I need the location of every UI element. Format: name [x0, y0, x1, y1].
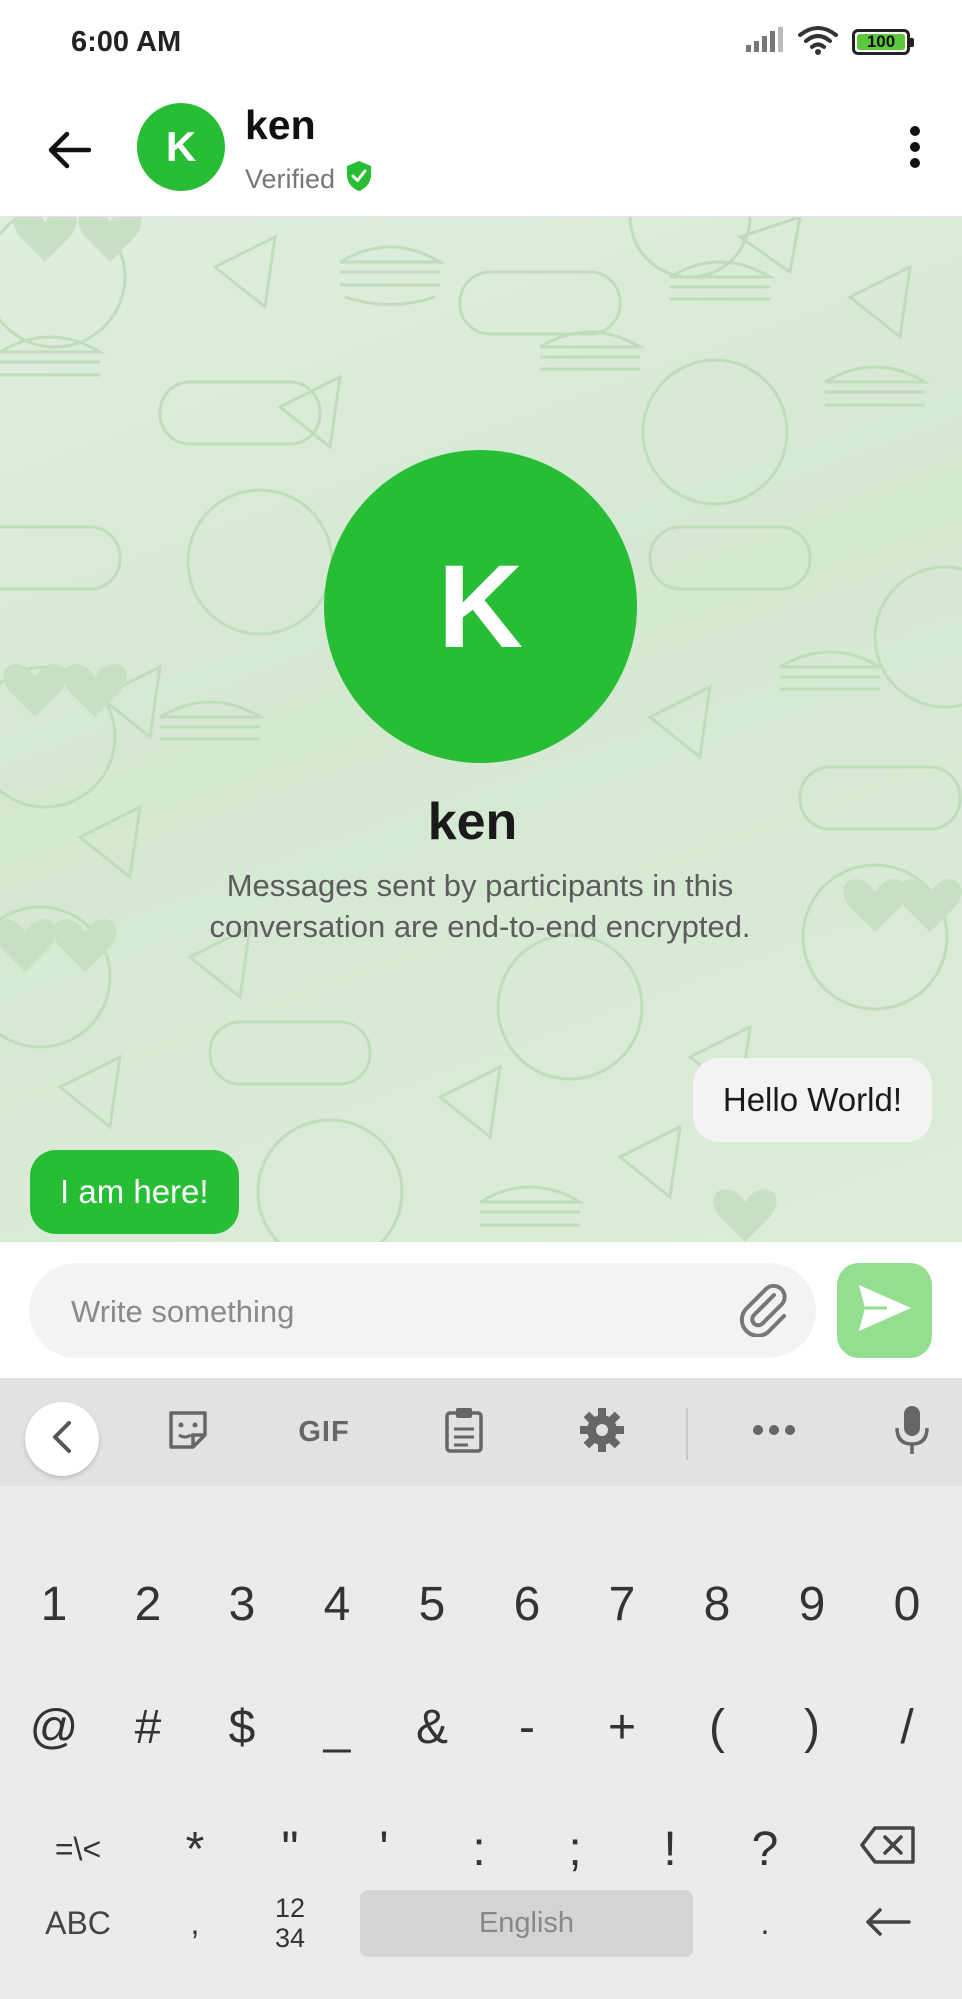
verified-label: Verified: [245, 164, 336, 194]
avatar[interactable]: K: [137, 103, 225, 191]
key-dollar[interactable]: $: [202, 1677, 282, 1777]
message-composer: [0, 1242, 962, 1378]
key-underscore[interactable]: _: [297, 1677, 377, 1777]
key-period[interactable]: .: [725, 1873, 805, 1973]
key-4[interactable]: 4: [297, 1554, 377, 1654]
contact-avatar-large: K: [324, 450, 637, 763]
key-8[interactable]: 8: [677, 1554, 757, 1654]
back-arrow-icon: [47, 131, 92, 174]
more-button[interactable]: [744, 1402, 804, 1462]
wifi-icon: [798, 25, 838, 60]
gif-label: GIF: [298, 1415, 350, 1448]
key-0[interactable]: 0: [867, 1554, 947, 1654]
key-at[interactable]: @: [14, 1677, 94, 1777]
signal-icon: [744, 26, 784, 58]
key-abc[interactable]: ABC: [20, 1873, 136, 1973]
gif-button[interactable]: GIF: [294, 1402, 354, 1462]
message-outgoing[interactable]: Hello World!: [692, 1058, 932, 1142]
contact-name[interactable]: ken: [245, 102, 316, 149]
message-incoming[interactable]: I am here!: [30, 1150, 239, 1234]
verification-status: Verified: [245, 160, 373, 199]
toolbar-divider: [686, 1408, 688, 1460]
key-open-paren[interactable]: (: [677, 1677, 757, 1777]
voice-input-button[interactable]: [882, 1402, 942, 1462]
enter-arrow-icon: [863, 1896, 913, 1951]
keyboard-row-numbers: 1 2 3 4 5 6 7 8 9 0: [0, 1554, 962, 1654]
more-vertical-icon: [909, 125, 921, 174]
key-close-paren[interactable]: ): [772, 1677, 852, 1777]
key-numpad[interactable]: 12 34: [250, 1873, 330, 1973]
key-6[interactable]: 6: [487, 1554, 567, 1654]
verified-shield-icon: [345, 160, 373, 199]
key-7[interactable]: 7: [582, 1554, 662, 1654]
key-hash[interactable]: #: [108, 1677, 188, 1777]
attach-button[interactable]: [734, 1281, 794, 1341]
keyboard-collapse-button[interactable]: [25, 1402, 99, 1476]
chat-header: K ken Verified: [0, 86, 962, 217]
more-horizontal-icon: [752, 1423, 796, 1441]
chat-area[interactable]: K ken Messages sent by participants in t…: [0, 217, 962, 1242]
paperclip-icon: [736, 1281, 792, 1342]
sticker-button[interactable]: [158, 1402, 218, 1462]
keyboard-row-symbols-1: @ # $ _ & - + ( ) /: [0, 1677, 962, 1777]
more-options-button[interactable]: [890, 116, 940, 182]
key-slash[interactable]: /: [867, 1677, 947, 1777]
keyboard-toolbar: GIF: [0, 1378, 962, 1486]
keyboard: GIF 1 2 3 4 5 6 7 8 9 0 @ # $ _ & - + (…: [0, 1378, 962, 1999]
microphone-icon: [894, 1404, 930, 1461]
sticker-icon: [165, 1407, 211, 1458]
battery-icon: 100: [852, 29, 914, 55]
back-button[interactable]: [36, 119, 102, 185]
settings-button[interactable]: [572, 1402, 632, 1462]
message-input-container: [29, 1263, 816, 1360]
status-time: 6:00 AM: [71, 26, 182, 58]
send-button[interactable]: [837, 1263, 932, 1358]
key-5[interactable]: 5: [392, 1554, 472, 1654]
space-bar[interactable]: English: [360, 1890, 693, 1957]
key-plus[interactable]: +: [582, 1677, 662, 1777]
enter-key[interactable]: [840, 1873, 936, 1973]
gear-icon: [578, 1406, 626, 1459]
key-comma[interactable]: ,: [155, 1873, 235, 1973]
contact-name-large: ken: [427, 793, 518, 851]
key-3[interactable]: 3: [202, 1554, 282, 1654]
encryption-notice: Messages sent by participants in this co…: [209, 868, 751, 944]
battery-level: 100: [866, 32, 896, 51]
message-input[interactable]: [69, 1263, 733, 1360]
key-minus[interactable]: -: [487, 1677, 567, 1777]
chevron-left-icon: [51, 1420, 73, 1459]
key-2[interactable]: 2: [108, 1554, 188, 1654]
key-9[interactable]: 9: [772, 1554, 852, 1654]
key-1[interactable]: 1: [14, 1554, 94, 1654]
status-bar: 6:00 AM 100: [0, 0, 962, 86]
clipboard-icon: [443, 1405, 485, 1460]
key-ampersand[interactable]: &: [392, 1677, 472, 1777]
send-icon: [857, 1283, 913, 1338]
clipboard-button[interactable]: [434, 1402, 494, 1462]
status-icons: 100: [744, 25, 914, 60]
backspace-icon: [859, 1822, 917, 1877]
